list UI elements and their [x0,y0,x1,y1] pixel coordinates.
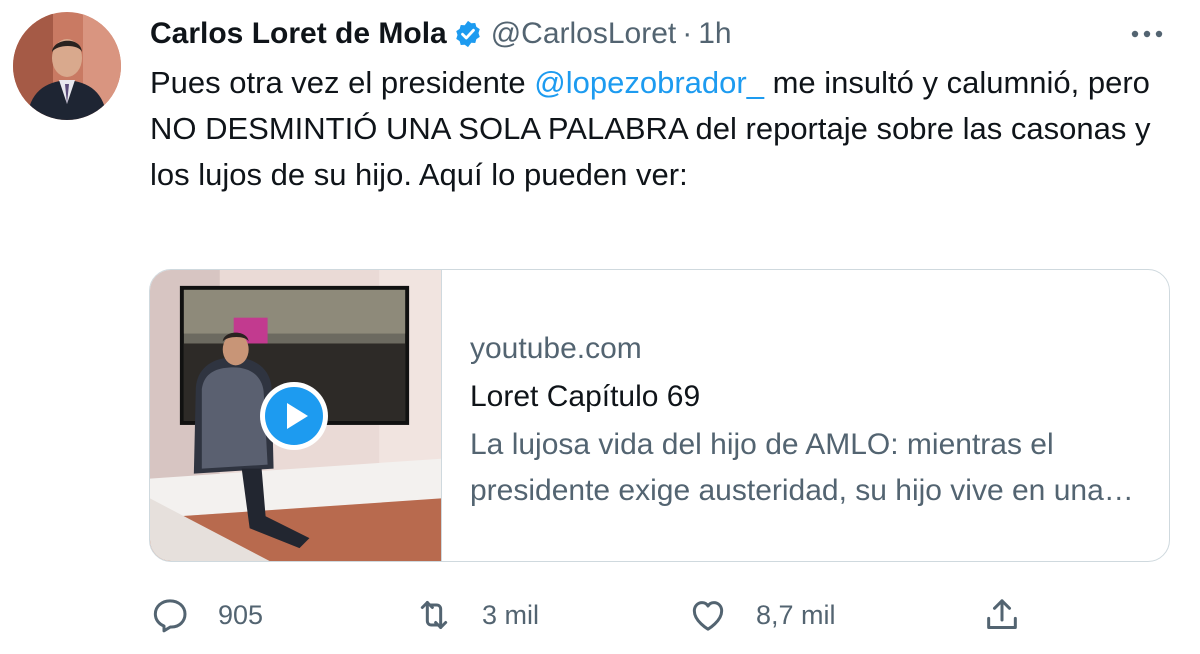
tweet-timestamp[interactable]: 1h [698,17,731,51]
like-count: 8,7 mil [756,599,836,630]
retweet-count: 3 mil [482,599,540,630]
share-icon [982,595,1022,635]
tweet-text-before: Pues otra vez el presidente [150,65,535,100]
mention-link[interactable]: @lopezobrador_ [534,65,764,100]
card-text: youtube.com Loret Capítulo 69 La lujosa … [442,270,1169,561]
author-name[interactable]: Carlos Loret de Mola [150,17,447,51]
link-preview-card[interactable]: youtube.com Loret Capítulo 69 La lujosa … [149,269,1170,562]
retweet-button[interactable]: 3 mil [414,588,539,642]
author-handle[interactable]: @CarlosLoret [491,17,677,51]
card-domain: youtube.com [470,332,642,365]
reply-count: 905 [218,599,264,630]
reply-icon [150,595,190,635]
author-avatar[interactable] [13,12,121,120]
card-description: La lujosa vida del hijo de AMLO: mientra… [470,428,1104,507]
like-button[interactable]: 8,7 mil [688,588,836,642]
card-title: Loret Capítulo 69 [470,380,701,413]
verified-badge-icon [453,19,483,49]
tweet-text: Pues otra vez el presidente @lopezobrado… [150,60,1160,198]
retweet-icon [414,595,454,635]
heart-icon [688,595,728,635]
tweet-header: Carlos Loret de Mola @CarlosLoret · 1h [150,12,732,56]
tweet-action-bar: 905 3 mil 8,7 mil [150,588,1030,642]
play-icon[interactable] [258,380,330,452]
meta-separator: · [682,17,693,50]
reply-button[interactable]: 905 [150,588,263,642]
video-thumbnail[interactable] [150,270,442,561]
more-horizontal-icon[interactable] [1126,22,1168,46]
share-button[interactable] [982,588,1022,642]
